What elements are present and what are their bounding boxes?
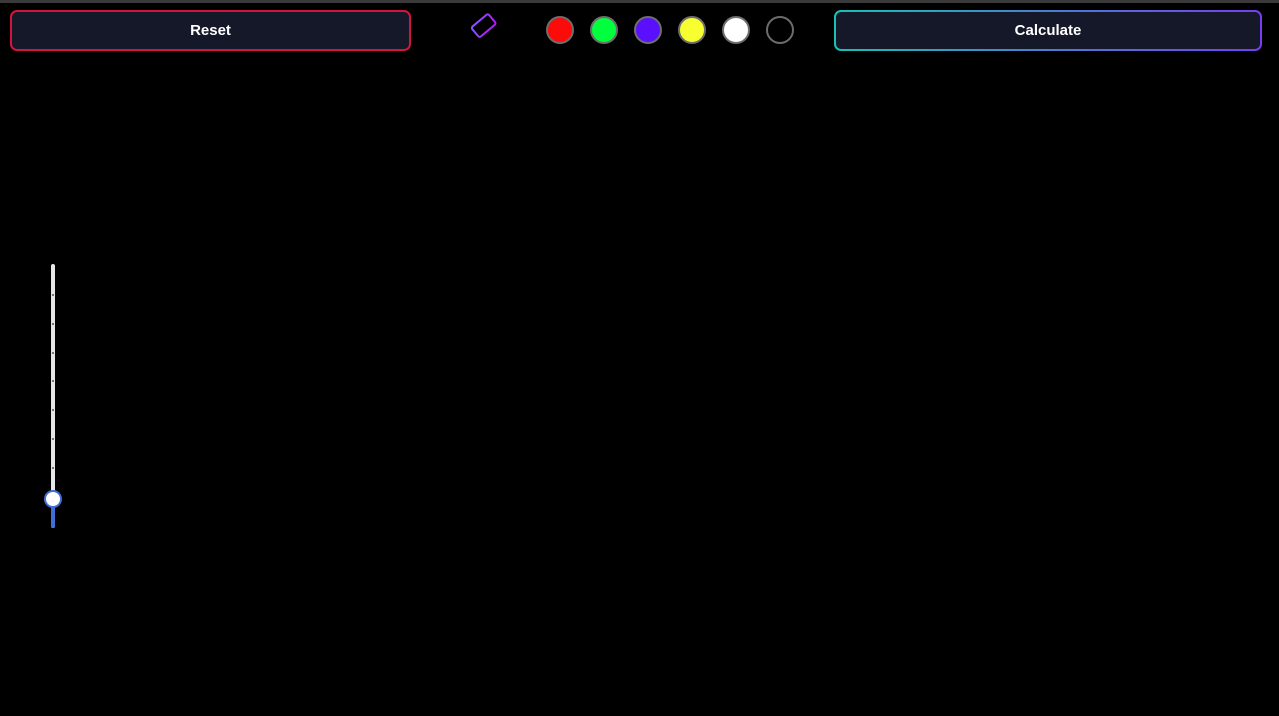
reset-button[interactable]: Reset — [10, 10, 411, 51]
slider-tick — [52, 438, 54, 440]
color-swatch-yellow[interactable] — [678, 16, 706, 44]
reset-button-label: Reset — [190, 22, 231, 39]
color-swatch-green[interactable] — [590, 16, 618, 44]
calculate-button[interactable]: Calculate — [834, 10, 1262, 51]
slider-tick — [52, 323, 54, 325]
slider-tick — [52, 467, 54, 469]
eraser-icon[interactable] — [462, 10, 504, 46]
color-swatch-white[interactable] — [722, 16, 750, 44]
slider-track[interactable] — [51, 264, 55, 528]
color-swatch-red[interactable] — [546, 16, 574, 44]
slider-thumb[interactable] — [44, 489, 62, 508]
calculate-button-label: Calculate — [1014, 22, 1082, 39]
slider-tick — [52, 380, 54, 382]
slider-tick — [52, 294, 54, 296]
brush-size-slider[interactable] — [40, 262, 66, 530]
slider-tick — [52, 352, 54, 354]
drawing-canvas[interactable] — [0, 3, 1279, 716]
color-swatch-purple[interactable] — [634, 16, 662, 44]
eraser-icon-graphic — [465, 13, 501, 42]
color-swatch-black[interactable] — [766, 16, 794, 44]
slider-tick — [52, 409, 54, 411]
